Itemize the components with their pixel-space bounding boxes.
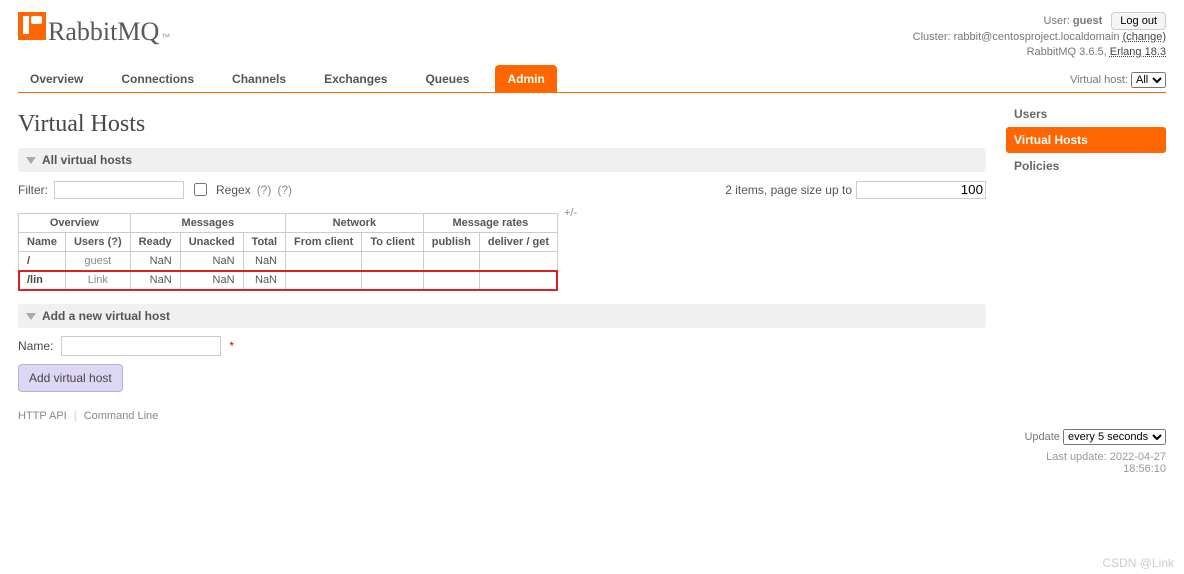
add-vhost-button[interactable]: Add virtual host [18,364,123,392]
version-text: RabbitMQ 3.6.5, [1027,46,1107,58]
col-toclient[interactable]: To client [362,233,423,252]
col-unacked[interactable]: Unacked [180,233,243,252]
name-label: Name: [18,339,53,353]
regex-hint1[interactable]: (?) [257,183,272,197]
section-add-vhost-label: Add a new virtual host [42,309,170,323]
cell-deliverget [479,252,557,271]
cell-publish [423,271,479,290]
cell-total: NaN [243,252,285,271]
columns-plus-minus[interactable]: +/- [558,207,577,219]
required-mark: * [229,339,234,353]
footer-sep: | [74,410,77,422]
vhost-label: Virtual host: [1070,74,1128,86]
user-label: User: [1044,15,1070,27]
col-total[interactable]: Total [243,233,285,252]
sidebar-item-policies[interactable]: Policies [1006,153,1166,179]
vhost-select[interactable]: All [1131,72,1166,88]
last-update-label: Last update: [1046,451,1107,463]
tab-channels[interactable]: Channels [220,65,298,92]
col-fromclient[interactable]: From client [286,233,362,252]
regex-checkbox[interactable] [194,183,207,196]
col-group-overview: Overview [19,214,131,233]
table-row[interactable]: /lin Link NaN NaN NaN [19,271,558,290]
col-deliverget[interactable]: deliver / get [479,233,557,252]
items-count: 2 items, page size up to [725,183,852,197]
cell-name[interactable]: / [19,252,66,271]
section-all-vhosts-label: All virtual hosts [42,153,132,167]
filter-input[interactable] [54,181,184,199]
col-group-messages: Messages [130,214,285,233]
trademark: ™ [161,32,170,42]
cell-ready: NaN [130,252,180,271]
cell-toclient [362,252,423,271]
col-users[interactable]: Users (?) [65,233,130,252]
cell-users: Link [65,271,130,290]
table-row[interactable]: / guest NaN NaN NaN [19,252,558,271]
main-tabs: Overview Connections Channels Exchanges … [18,65,1166,93]
logout-button[interactable]: Log out [1111,12,1166,30]
cell-name[interactable]: /lin [19,271,66,290]
watermark: CSDN @Link [1102,556,1174,570]
header-right: User: guest Log out Cluster: rabbit@cent… [913,12,1166,61]
sidebar-item-users[interactable]: Users [1006,101,1166,127]
cell-users: guest [65,252,130,271]
filter-label: Filter: [18,183,48,197]
col-ready[interactable]: Ready [130,233,180,252]
cell-fromclient [286,271,362,290]
regex-label: Regex [216,183,251,197]
chevron-down-icon [26,157,36,164]
cell-unacked: NaN [180,271,243,290]
col-publish[interactable]: publish [423,233,479,252]
erlang-version-link[interactable]: Erlang 18.3 [1110,46,1166,58]
cell-total: NaN [243,271,285,290]
vhost-selector: Virtual host: All [1070,72,1166,92]
update-label: Update [1024,431,1059,443]
regex-hint2[interactable]: (?) [277,183,292,197]
cluster-name: rabbit@centosproject.localdomain [954,31,1120,43]
cell-fromclient [286,252,362,271]
cluster-label: Cluster: [913,31,951,43]
name-input[interactable] [61,336,221,356]
page-title: Virtual Hosts [18,111,986,138]
cell-deliverget [479,271,557,290]
cell-unacked: NaN [180,252,243,271]
update-interval-select[interactable]: every 5 seconds [1063,429,1166,445]
command-line-link[interactable]: Command Line [84,410,159,422]
tab-admin[interactable]: Admin [495,65,556,92]
cell-toclient [362,271,423,290]
section-add-vhost[interactable]: Add a new virtual host [18,304,986,328]
tab-connections[interactable]: Connections [109,65,206,92]
sidebar-item-vhosts[interactable]: Virtual Hosts [1006,127,1166,153]
cell-ready: NaN [130,271,180,290]
section-all-vhosts[interactable]: All virtual hosts [18,148,986,172]
tab-exchanges[interactable]: Exchanges [312,65,399,92]
col-group-network: Network [286,214,424,233]
brand-text: RabbitMQ [48,17,159,47]
user-name: guest [1073,15,1102,27]
change-cluster-link[interactable]: (change) [1123,31,1166,43]
col-group-rates: Message rates [423,214,557,233]
chevron-down-icon [26,313,36,320]
rabbitmq-icon [18,12,46,40]
http-api-link[interactable]: HTTP API [18,410,67,422]
tab-queues[interactable]: Queues [413,65,481,92]
vhost-table: Overview Messages Network Message rates … [18,213,558,290]
cell-publish [423,252,479,271]
page-size-input[interactable] [856,181,986,199]
col-name[interactable]: Name [19,233,66,252]
tab-overview[interactable]: Overview [18,65,95,92]
last-update-value: 2022-04-27 18:56:10 [1110,451,1166,475]
